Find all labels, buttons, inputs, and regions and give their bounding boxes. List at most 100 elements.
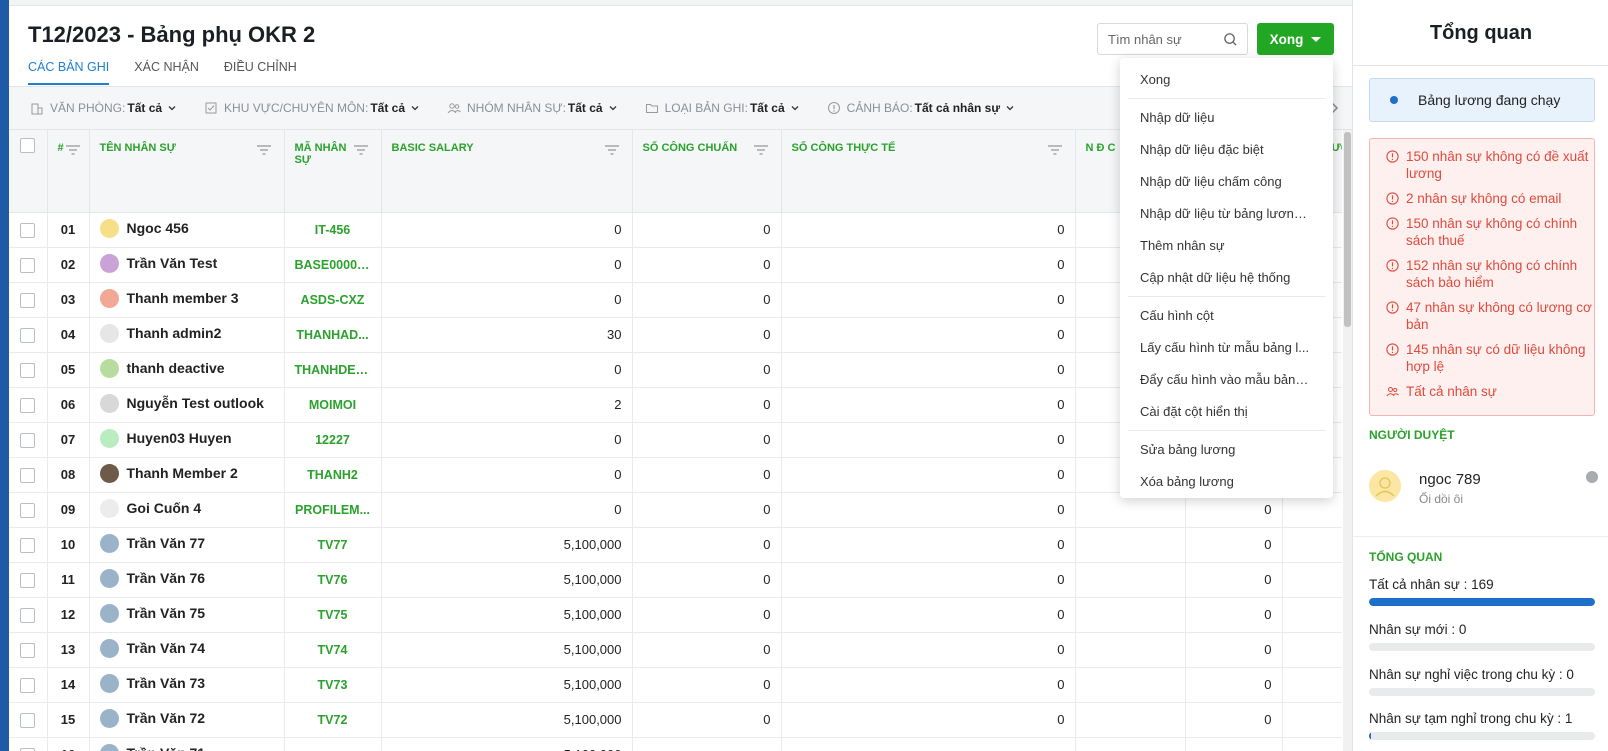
col7-cell[interactable] [1075, 562, 1186, 598]
row-checkbox[interactable] [20, 257, 36, 273]
employee-name-cell[interactable]: Trần Văn 76 [89, 562, 285, 598]
standard-days-cell[interactable]: 0 [632, 282, 782, 318]
standard-days-cell[interactable]: 0 [632, 632, 782, 668]
actual-days-cell[interactable]: 0 [781, 247, 1076, 283]
col7-cell[interactable] [1075, 632, 1186, 668]
actual-days-cell[interactable]: 0 [781, 597, 1076, 633]
standard-days-cell[interactable]: 0 [632, 492, 782, 528]
warning-item[interactable]: 2 nhân sự không có email [1386, 190, 1594, 207]
actual-days-cell[interactable]: 0 [781, 562, 1076, 598]
basic-salary-cell[interactable]: 5,100,000 [381, 527, 633, 563]
filter-lines-icon[interactable] [65, 144, 81, 156]
basic-salary-cell[interactable]: 5,100,000 [381, 667, 633, 703]
actual-days-cell[interactable]: 0 [781, 702, 1076, 738]
table-row[interactable]: 13 Trần Văn 74 TV74 5,100,000 0 0 0 [9, 632, 1342, 668]
row-checkbox[interactable] [20, 467, 36, 483]
row-checkbox[interactable] [20, 397, 36, 413]
employee-name-cell[interactable]: Trần Văn 75 [89, 597, 285, 633]
col8-cell[interactable]: 0 [1185, 527, 1283, 563]
employee-code[interactable]: BASE00000... [284, 247, 382, 283]
employee-name-cell[interactable]: Trần Văn Test [89, 247, 285, 283]
standard-days-cell[interactable]: 0 [632, 457, 782, 493]
row-checkbox[interactable] [20, 432, 36, 448]
table-row[interactable]: 15 Trần Văn 72 TV72 5,100,000 0 0 0 [9, 702, 1342, 738]
employee-code[interactable]: TV75 [284, 597, 382, 633]
employee-name-cell[interactable]: Thanh member 3 [89, 282, 285, 318]
approver-row[interactable]: ngoc 789 Ối dồi ôi [1369, 463, 1595, 511]
employee-code[interactable]: PROFILEM... [284, 492, 382, 528]
select-all-checkbox[interactable] [20, 138, 36, 153]
warning-item[interactable]: 145 nhân sự có dữ liệu không hợp lệ [1386, 341, 1594, 375]
all-staff-link[interactable]: Tất cả nhân sự [1386, 383, 1594, 400]
employee-name-cell[interactable]: Ngoc 456 [89, 212, 285, 248]
employee-code[interactable]: TV76 [284, 562, 382, 598]
standard-days-cell[interactable]: 0 [632, 527, 782, 563]
employee-name-cell[interactable]: Trần Văn 74 [89, 632, 285, 668]
employee-name-cell[interactable]: Goi Cuốn 4 [89, 492, 285, 528]
col7-cell[interactable] [1075, 702, 1186, 738]
row-checkbox[interactable] [20, 327, 36, 343]
col9-cell[interactable] [1282, 702, 1342, 738]
table-row[interactable]: 12 Trần Văn 75 TV75 5,100,000 0 0 0 [9, 597, 1342, 633]
search-input[interactable] [1108, 31, 1220, 47]
menu-item[interactable]: Đẩy cấu hình vào mẫu bảng... [1120, 364, 1333, 396]
menu-item[interactable]: Sửa bảng lương [1120, 434, 1333, 466]
row-checkbox[interactable] [20, 712, 36, 728]
row-checkbox[interactable] [20, 362, 36, 378]
actual-days-cell[interactable]: 0 [781, 632, 1076, 668]
basic-salary-cell[interactable]: 5,100,000 [381, 632, 633, 668]
employee-name-cell[interactable]: Thanh admin2 [89, 317, 285, 353]
filter-record-type[interactable]: LOẠI BẢN GHI: Tất cả [645, 101, 799, 115]
col7-cell[interactable] [1075, 737, 1186, 751]
col8-cell[interactable]: 0 [1185, 562, 1283, 598]
col8-cell[interactable]: 0 [1185, 667, 1283, 703]
actual-days-cell[interactable]: 0 [781, 667, 1076, 703]
table-row[interactable]: 10 Trần Văn 77 TV77 5,100,000 0 0 0 [9, 527, 1342, 563]
table-row[interactable]: 14 Trần Văn 73 TV73 5,100,000 0 0 0 [9, 667, 1342, 703]
menu-item[interactable]: Cập nhật dữ liệu hệ thống [1120, 262, 1333, 294]
standard-days-cell[interactable]: 0 [632, 597, 782, 633]
basic-salary-cell[interactable]: 0 [381, 212, 633, 248]
row-checkbox[interactable] [20, 607, 36, 623]
menu-item[interactable]: Nhập dữ liệu chấm công [1120, 166, 1333, 198]
standard-days-cell[interactable]: 0 [632, 422, 782, 458]
menu-item[interactable]: Lấy cấu hình từ mẫu bảng l... [1120, 332, 1333, 364]
col8-cell[interactable]: 0 [1185, 702, 1283, 738]
actual-days-cell[interactable]: 0 [781, 492, 1076, 528]
warning-item[interactable]: 150 nhân sự không có đề xuất lương [1386, 148, 1594, 182]
basic-salary-cell[interactable]: 30 [381, 317, 633, 353]
standard-days-cell[interactable] [632, 737, 782, 751]
standard-days-cell[interactable]: 0 [632, 352, 782, 388]
menu-item[interactable]: Cấu hình cột [1120, 300, 1333, 332]
basic-salary-cell[interactable]: 0 [381, 457, 633, 493]
row-checkbox[interactable] [20, 572, 36, 588]
actual-days-cell[interactable]: 0 [781, 317, 1076, 353]
row-checkbox[interactable] [20, 642, 36, 658]
employee-code[interactable]: TV77 [284, 527, 382, 563]
tab-records[interactable]: CÁC BẢN GHI [28, 58, 110, 85]
scrollbar-thumb[interactable] [1344, 132, 1351, 327]
col7-cell[interactable] [1075, 667, 1186, 703]
row-checkbox[interactable] [20, 677, 36, 693]
standard-days-cell[interactable]: 0 [632, 387, 782, 423]
employee-code[interactable]: ASDS-CXZ [284, 282, 382, 318]
filter-lines-icon[interactable] [353, 144, 369, 156]
table-row[interactable]: 11 Trần Văn 76 TV76 5,100,000 0 0 0 [9, 562, 1342, 598]
search-icon[interactable] [1223, 32, 1238, 47]
tab-adjust[interactable]: ĐIỀU CHỈNH [224, 58, 297, 85]
table-row[interactable]: 16 Trần Văn 71 5,100,000 [9, 737, 1342, 751]
col9-cell[interactable] [1282, 562, 1342, 598]
employee-code[interactable]: IT-456 [284, 212, 382, 248]
column-header-name[interactable]: TÊN NHÂN SỰ [89, 130, 285, 213]
employee-name-cell[interactable]: Huyen03 Huyen [89, 422, 285, 458]
col8-cell[interactable]: 0 [1185, 597, 1283, 633]
col7-cell[interactable] [1075, 527, 1186, 563]
menu-item[interactable]: Xong [1120, 64, 1333, 96]
filter-warning[interactable]: CẢNH BÁO: Tất cả nhân sự [827, 101, 1014, 115]
col8-cell[interactable] [1185, 737, 1283, 751]
filter-lines-icon[interactable] [256, 144, 272, 156]
menu-item[interactable]: Thêm nhân sự [1120, 230, 1333, 262]
filter-office[interactable]: VĂN PHÒNG: Tất cả [30, 101, 176, 115]
col9-cell[interactable] [1282, 527, 1342, 563]
menu-item[interactable]: Nhập dữ liệu từ bảng lương ... [1120, 198, 1333, 230]
